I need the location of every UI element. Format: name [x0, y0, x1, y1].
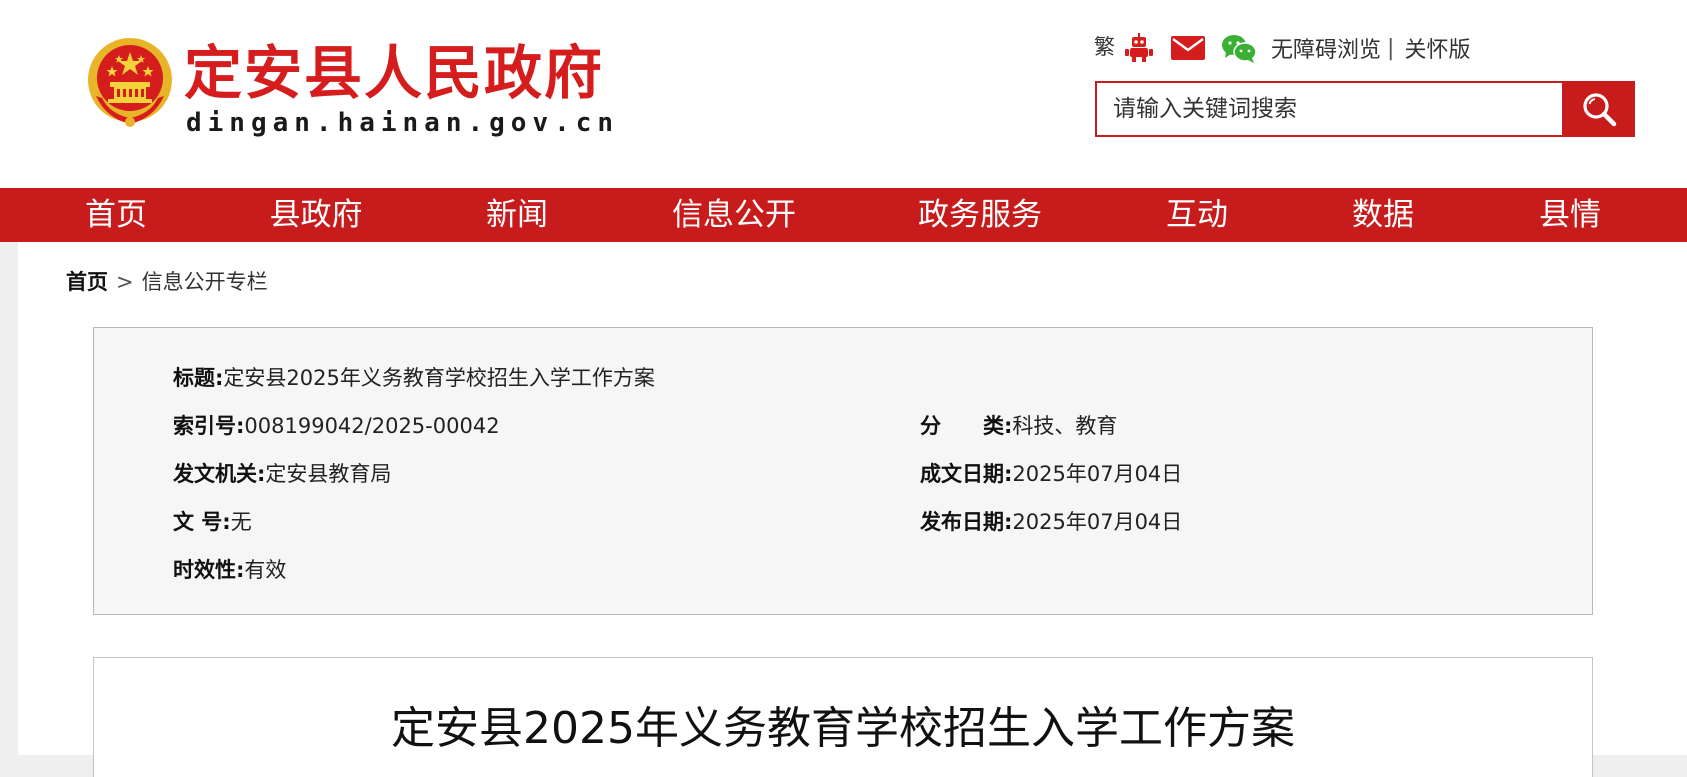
breadcrumb-arrow: > — [116, 270, 134, 294]
meta-written-date: 成文日期:2025年07月04日 — [920, 458, 1182, 488]
nav-item-government-services[interactable]: 政务服务 — [918, 188, 1042, 242]
site-header: 定安县人民政府 dingan.hainan.gov.cn 繁 无障碍浏览 | 关… — [0, 0, 1687, 188]
meta-category-value: 科技、教育 — [1012, 414, 1118, 438]
toolbar-separator: | — [1387, 35, 1395, 61]
breadcrumb: 首页 > 信息公开专栏 — [66, 266, 268, 296]
search-input[interactable] — [1097, 83, 1562, 135]
mail-icon[interactable] — [1171, 36, 1205, 60]
meta-publish-date-label: 发布日期: — [920, 510, 1013, 534]
traditional-chinese-toggle[interactable]: 繁 — [1094, 31, 1115, 61]
meta-category-label: 分 类: — [920, 414, 1013, 438]
meta-index-value: 008199042/2025-00042 — [244, 414, 500, 438]
nav-item-data[interactable]: 数据 — [1352, 188, 1414, 242]
search-icon — [1582, 93, 1616, 127]
meta-index: 索引号:008199042/2025-00042 — [173, 410, 500, 440]
site-logo[interactable]: 定安县人民政府 dingan.hainan.gov.cn — [86, 36, 613, 138]
meta-issuer-label: 发文机关: — [173, 462, 266, 486]
robot-icon[interactable] — [1123, 33, 1155, 63]
meta-publish-date: 发布日期:2025年07月04日 — [920, 506, 1182, 536]
search-box — [1095, 81, 1562, 137]
meta-title-label: 标题: — [173, 366, 224, 390]
meta-doc-number-label: 文 号: — [173, 510, 231, 534]
meta-doc-number: 文 号:无 — [173, 506, 252, 536]
accessibility-link[interactable]: 无障碍浏览 — [1271, 32, 1381, 64]
main-content: 首页 > 信息公开专栏 标题:定安县2025年义务教育学校招生入学工作方案 索引号:… — [18, 242, 1687, 777]
document-metadata: 标题:定安县2025年义务教育学校招生入学工作方案 索引号:008199042/… — [93, 327, 1593, 615]
meta-issuer: 发文机关:定安县教育局 — [173, 458, 391, 488]
meta-category: 分 类:科技、教育 — [920, 410, 1117, 440]
nav-item-county-government[interactable]: 县政府 — [270, 188, 363, 242]
article-title: 定安县2025年义务教育学校招生入学工作方案 — [391, 703, 1295, 754]
nav-item-home[interactable]: 首页 — [85, 188, 147, 242]
meta-validity-label: 时效性: — [173, 558, 245, 582]
meta-written-date-label: 成文日期: — [920, 462, 1013, 486]
meta-title: 标题:定安县2025年义务教育学校招生入学工作方案 — [173, 362, 655, 392]
national-emblem-icon — [88, 38, 172, 127]
header-toolbar: 繁 无障碍浏览 | 关怀版 — [1094, 30, 1470, 66]
search-button[interactable] — [1562, 81, 1635, 137]
article-container: 定安县2025年义务教育学校招生入学工作方案 — [93, 657, 1593, 777]
meta-written-date-value: 2025年07月04日 — [1012, 462, 1183, 486]
wechat-icon[interactable] — [1221, 33, 1257, 63]
site-domain: dingan.hainan.gov.cn — [186, 108, 620, 138]
meta-doc-number-value: 无 — [230, 510, 252, 534]
breadcrumb-home[interactable]: 首页 — [66, 270, 108, 294]
meta-validity: 时效性:有效 — [173, 554, 286, 584]
breadcrumb-current[interactable]: 信息公开专栏 — [142, 270, 268, 294]
care-mode-link[interactable]: 关怀版 — [1404, 32, 1470, 64]
meta-publish-date-value: 2025年07月04日 — [1012, 510, 1183, 534]
nav-item-news[interactable]: 新闻 — [486, 188, 548, 242]
main-nav: 首页 县政府 新闻 信息公开 政务服务 互动 数据 县情 — [0, 188, 1687, 242]
nav-item-interaction[interactable]: 互动 — [1166, 188, 1228, 242]
nav-item-county-info[interactable]: 县情 — [1539, 188, 1601, 242]
meta-validity-value: 有效 — [244, 558, 287, 582]
site-name: 定安县人民政府 — [184, 39, 605, 107]
nav-item-information-disclosure[interactable]: 信息公开 — [672, 188, 796, 242]
meta-title-value: 定安县2025年义务教育学校招生入学工作方案 — [223, 366, 655, 390]
meta-index-label: 索引号: — [173, 414, 245, 438]
meta-issuer-value: 定安县教育局 — [265, 462, 392, 486]
